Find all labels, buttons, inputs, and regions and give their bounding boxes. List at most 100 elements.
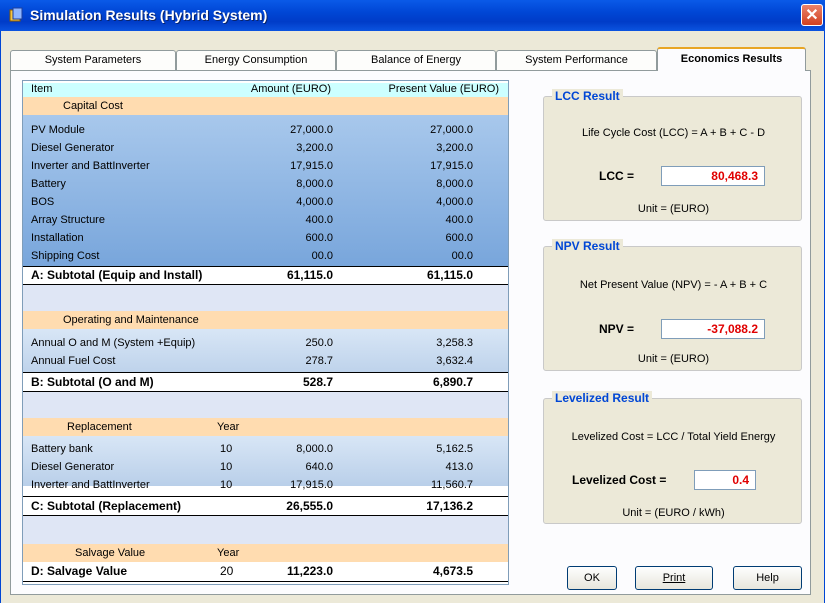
row-present-value: 5,162.5 — [436, 443, 473, 455]
salvage-label: D: Salvage Value — [31, 564, 128, 578]
spacer-row — [23, 285, 508, 311]
table-row: Inverter and BattInverter 17,915.0 17,91… — [23, 160, 508, 178]
npv-group-title: NPV Result — [552, 239, 623, 253]
row-item: Annual O and M (System +Equip) — [31, 337, 196, 349]
row-present-value: 3,632.4 — [436, 355, 473, 367]
row-amount: 3,200.0 — [296, 142, 333, 154]
ok-button[interactable]: OK — [567, 566, 617, 590]
section-header-replacement: Replacement Year — [23, 418, 508, 436]
subtotal-amount: 528.7 — [302, 375, 333, 389]
row-present-value: 400.0 — [445, 214, 473, 226]
row-item: Battery — [31, 178, 66, 190]
table-row: BOS 4,000.0 4,000.0 — [23, 196, 508, 214]
salvage-amount: 11,223.0 — [286, 564, 333, 578]
lcc-value-field[interactable]: 80,468.3 — [661, 166, 765, 186]
npv-formula: Net Present Value (NPV) = - A + B + C — [579, 279, 768, 291]
tab-energy-consumption[interactable]: Energy Consumption — [176, 50, 336, 70]
row-amount: 4,000.0 — [296, 196, 333, 208]
section-header-salvage: Salvage Value Year — [23, 544, 508, 562]
table-row: Battery 8,000.0 8,000.0 — [23, 178, 508, 196]
row-present-value: 4,000.0 — [436, 196, 473, 208]
economics-table: Item Amount (EURO) Present Value (EURO) … — [22, 80, 509, 585]
salvage-present-value: 4,673.5 — [432, 564, 473, 578]
npv-value-field[interactable]: -37,088.2 — [661, 319, 765, 339]
tab-system-performance[interactable]: System Performance — [496, 50, 657, 70]
section-title: Capital Cost — [63, 100, 123, 112]
table-row: Array Structure 400.0 400.0 — [23, 214, 508, 232]
lcc-result-group: LCC Result Life Cycle Cost (LCC) = A + B… — [543, 89, 802, 221]
levelized-unit: Unit = (EURO / kWh) — [622, 507, 725, 519]
salvage-value-row: D: Salvage Value 20 11,223.0 4,673.5 — [23, 562, 508, 582]
row-item: BOS — [31, 196, 55, 208]
subtotal-row-replacement: C: Subtotal (Replacement) 26,555.0 17,13… — [23, 496, 508, 516]
table-row: Installation 600.0 600.0 — [23, 232, 508, 250]
row-amount: 17,915.0 — [290, 160, 333, 172]
row-year: 10 — [220, 479, 233, 491]
year-header: Year — [217, 547, 240, 559]
row-item: Shipping Cost — [31, 250, 100, 262]
row-present-value: 27,000.0 — [430, 124, 473, 136]
subtotal-present-value: 61,115.0 — [426, 268, 473, 282]
table-row: PV Module 27,000.0 27,000.0 — [23, 124, 508, 142]
levelized-label: Levelized Cost = — [572, 473, 667, 487]
row-year: 10 — [220, 461, 233, 473]
salvage-year: 20 — [220, 564, 234, 578]
section-title: Operating and Maintenance — [63, 314, 199, 326]
row-amount: 8,000.0 — [296, 178, 333, 190]
row-amount: 400.0 — [305, 214, 333, 226]
npv-result-group: NPV Result Net Present Value (NPV) = - A… — [543, 239, 802, 371]
tab-economics-results[interactable]: Economics Results — [657, 47, 806, 71]
levelized-result-group: Levelized Result Levelized Cost = LCC / … — [543, 391, 802, 524]
table-row: Annual O and M (System +Equip) 250.0 3,2… — [23, 337, 508, 355]
table-row: Battery bank 10 8,000.0 5,162.5 — [23, 443, 508, 461]
row-item: Diesel Generator — [31, 461, 115, 473]
npv-unit: Unit = (EURO) — [637, 353, 710, 365]
row-amount: 00.0 — [311, 250, 333, 262]
row-present-value: 8,000.0 — [436, 178, 473, 190]
subtotal-row-om: B: Subtotal (O and M) 528.7 6,890.7 — [23, 372, 508, 392]
subtotal-row-capital: A: Subtotal (Equip and Install) 61,115.0… — [23, 266, 508, 285]
row-item: Inverter and BattInverter — [31, 160, 150, 172]
row-item: Inverter and BattInverter — [31, 479, 150, 491]
levelized-group-title: Levelized Result — [552, 391, 653, 405]
subtotal-present-value: 6,890.7 — [432, 375, 473, 389]
subtotal-amount: 26,555.0 — [286, 499, 333, 513]
table-row: Annual Fuel Cost 278.7 3,632.4 — [23, 355, 508, 373]
tab-strip: System Parameters Energy Consumption Bal… — [10, 47, 810, 71]
section-title: Replacement — [67, 421, 132, 433]
close-button[interactable]: ✕ — [801, 4, 823, 26]
section-title: Salvage Value — [75, 547, 146, 559]
table-row: Inverter and BattInverter 10 17,915.0 11… — [23, 479, 508, 497]
table-row: Diesel Generator 3,200.0 3,200.0 — [23, 142, 508, 160]
year-header: Year — [217, 421, 240, 433]
tab-balance-of-energy[interactable]: Balance of Energy — [336, 50, 496, 70]
print-button[interactable]: Print — [635, 566, 713, 590]
section-header-capital-cost: Capital Cost — [23, 97, 508, 115]
npv-label: NPV = — [599, 322, 635, 336]
spacer-row — [23, 392, 508, 418]
title-bar[interactable]: Simulation Results (Hybrid System) ✕ — [0, 0, 825, 31]
row-item: Diesel Generator — [31, 142, 115, 154]
row-present-value: 11,560.7 — [430, 479, 473, 491]
row-present-value: 3,258.3 — [436, 337, 473, 349]
row-amount: 278.7 — [305, 355, 333, 367]
row-year: 10 — [220, 443, 233, 455]
subtotal-amount: 61,115.0 — [286, 268, 333, 282]
tab-system-parameters[interactable]: System Parameters — [10, 50, 176, 70]
section-header-operating-maintenance: Operating and Maintenance — [23, 311, 508, 329]
lcc-unit: Unit = (EURO) — [637, 203, 710, 215]
levelized-formula: Levelized Cost = LCC / Total Yield Energ… — [571, 431, 776, 443]
lcc-label: LCC = — [599, 169, 635, 183]
row-item: Battery bank — [31, 443, 93, 455]
window-title: Simulation Results (Hybrid System) — [30, 7, 268, 23]
lcc-formula: Life Cycle Cost (LCC) = A + B + C - D — [581, 127, 766, 139]
subtotal-label: B: Subtotal (O and M) — [31, 375, 154, 389]
row-item: Array Structure — [31, 214, 105, 226]
column-header-amount: Amount (EURO) — [250, 83, 331, 95]
row-amount: 640.0 — [305, 461, 333, 473]
column-header-item: Item — [31, 83, 53, 95]
row-present-value: 600.0 — [445, 232, 473, 244]
subtotal-label: A: Subtotal (Equip and Install) — [31, 268, 203, 282]
levelized-value-field[interactable]: 0.4 — [694, 470, 756, 490]
help-button[interactable]: Help — [733, 566, 802, 590]
